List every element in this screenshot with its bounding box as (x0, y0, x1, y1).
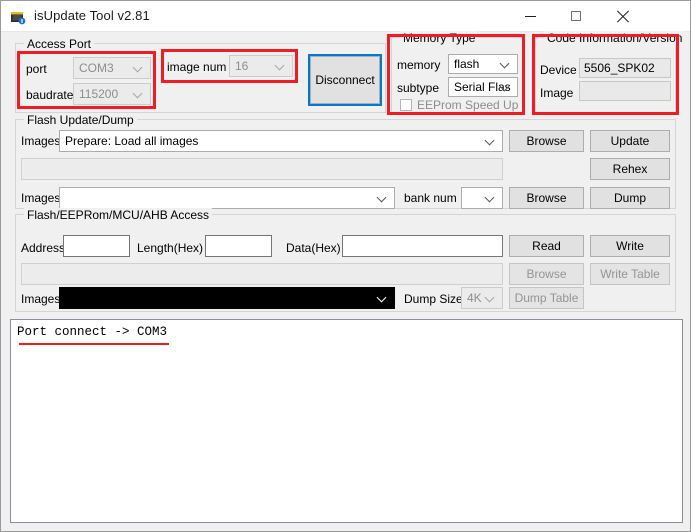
access-images-combobox[interactable] (59, 287, 395, 309)
dump-size-label: Dump Size (404, 292, 463, 306)
code-information-legend: Code Information/Version (544, 31, 686, 45)
maximize-icon (571, 11, 581, 21)
port-combobox[interactable]: COM3 (73, 57, 151, 79)
chevron-down-icon (501, 82, 510, 91)
length-input[interactable] (205, 235, 272, 257)
device-value: 5506_SPK02 (584, 61, 655, 75)
log-line-underline (19, 343, 169, 345)
length-label: Length(Hex) (137, 241, 204, 255)
chevron-down-icon (486, 136, 495, 145)
minimize-icon (524, 16, 536, 17)
rehex-button[interactable]: Rehex (590, 158, 670, 180)
title-bar: isUpdate Tool v2.81 (1, 1, 690, 32)
close-button[interactable] (599, 1, 645, 31)
read-button[interactable]: Read (509, 235, 584, 257)
chevron-down-icon (486, 193, 495, 202)
memory-value: flash (454, 57, 480, 71)
access-path-field (21, 263, 503, 285)
baudrate-combobox[interactable]: 115200 (73, 83, 151, 105)
image-num-label: image num (167, 60, 227, 74)
access-port-legend: Access Port (24, 37, 95, 51)
data-input[interactable] (342, 235, 503, 257)
address-label: Address (21, 241, 66, 255)
write-table-button[interactable]: Write Table (590, 263, 670, 285)
flash-path-field (21, 158, 503, 180)
images2-combobox[interactable] (59, 187, 395, 209)
baudrate-label: baudrate (26, 88, 74, 102)
flash-update-dump-legend: Flash Update/Dump (24, 113, 137, 127)
subtype-combobox[interactable]: Serial Flas (448, 77, 518, 97)
memory-type-legend: Memory Type (400, 31, 479, 45)
disconnect-button[interactable]: Disconnect (308, 54, 382, 106)
write-button[interactable]: Write (590, 235, 670, 257)
checkbox-box (400, 99, 412, 111)
image-field (579, 81, 671, 101)
memory-label: memory (397, 58, 441, 72)
chevron-down-icon (501, 59, 510, 68)
maximize-button[interactable] (553, 1, 599, 31)
chevron-down-icon (134, 63, 143, 72)
chevron-down-icon (486, 293, 495, 302)
image-num-combobox[interactable]: 16 (229, 55, 293, 77)
dump-table-button[interactable]: Dump Table (509, 287, 584, 309)
log-output-panel[interactable]: Port connect -> COM3 (10, 319, 683, 523)
images1-value: Prepare: Load all images (65, 134, 199, 148)
bank-num-combobox[interactable] (461, 187, 503, 209)
chip-icon (11, 12, 26, 25)
window-title: isUpdate Tool v2.81 (34, 8, 150, 23)
close-icon (616, 10, 629, 23)
eeprom-speedup-label: EEProm Speed Up (417, 98, 519, 112)
update-button[interactable]: Update (590, 130, 670, 152)
port-value: COM3 (79, 61, 114, 75)
image-label: Image (540, 86, 574, 100)
images1-label: Images (21, 134, 61, 148)
chevron-down-icon (134, 89, 143, 98)
browse-access-button[interactable]: Browse (509, 263, 584, 285)
bank-num-label: bank num (404, 191, 457, 205)
browse-images1-button[interactable]: Browse (509, 130, 584, 152)
device-field: 5506_SPK02 (579, 58, 671, 78)
address-input[interactable] (63, 235, 130, 257)
access-legend: Flash/EEPRom/MCU/AHB Access (24, 208, 213, 222)
images2-label: Images (21, 191, 61, 205)
dump-size-value: 4K (467, 291, 482, 305)
subtype-label: subtype (397, 81, 440, 95)
data-label: Data(Hex) (286, 241, 341, 255)
browse-images2-button[interactable]: Browse (509, 187, 584, 209)
baudrate-value: 115200 (79, 87, 119, 101)
device-label: Device (540, 63, 577, 77)
chevron-down-icon (378, 193, 387, 202)
app-window: isUpdate Tool v2.81 Access Port port COM… (0, 0, 691, 532)
log-line: Port connect -> COM3 (17, 325, 168, 339)
dump-button[interactable]: Dump (590, 187, 670, 209)
minimize-button[interactable] (507, 1, 553, 31)
dump-size-combobox[interactable]: 4K (461, 287, 503, 309)
image-num-value: 16 (235, 59, 249, 73)
access-images-label: Images (21, 292, 61, 306)
images1-combobox[interactable]: Prepare: Load all images (59, 130, 503, 152)
chevron-down-icon (378, 293, 387, 302)
memory-combobox[interactable]: flash (448, 54, 518, 74)
chevron-down-icon (276, 61, 285, 70)
port-label: port (26, 62, 47, 76)
